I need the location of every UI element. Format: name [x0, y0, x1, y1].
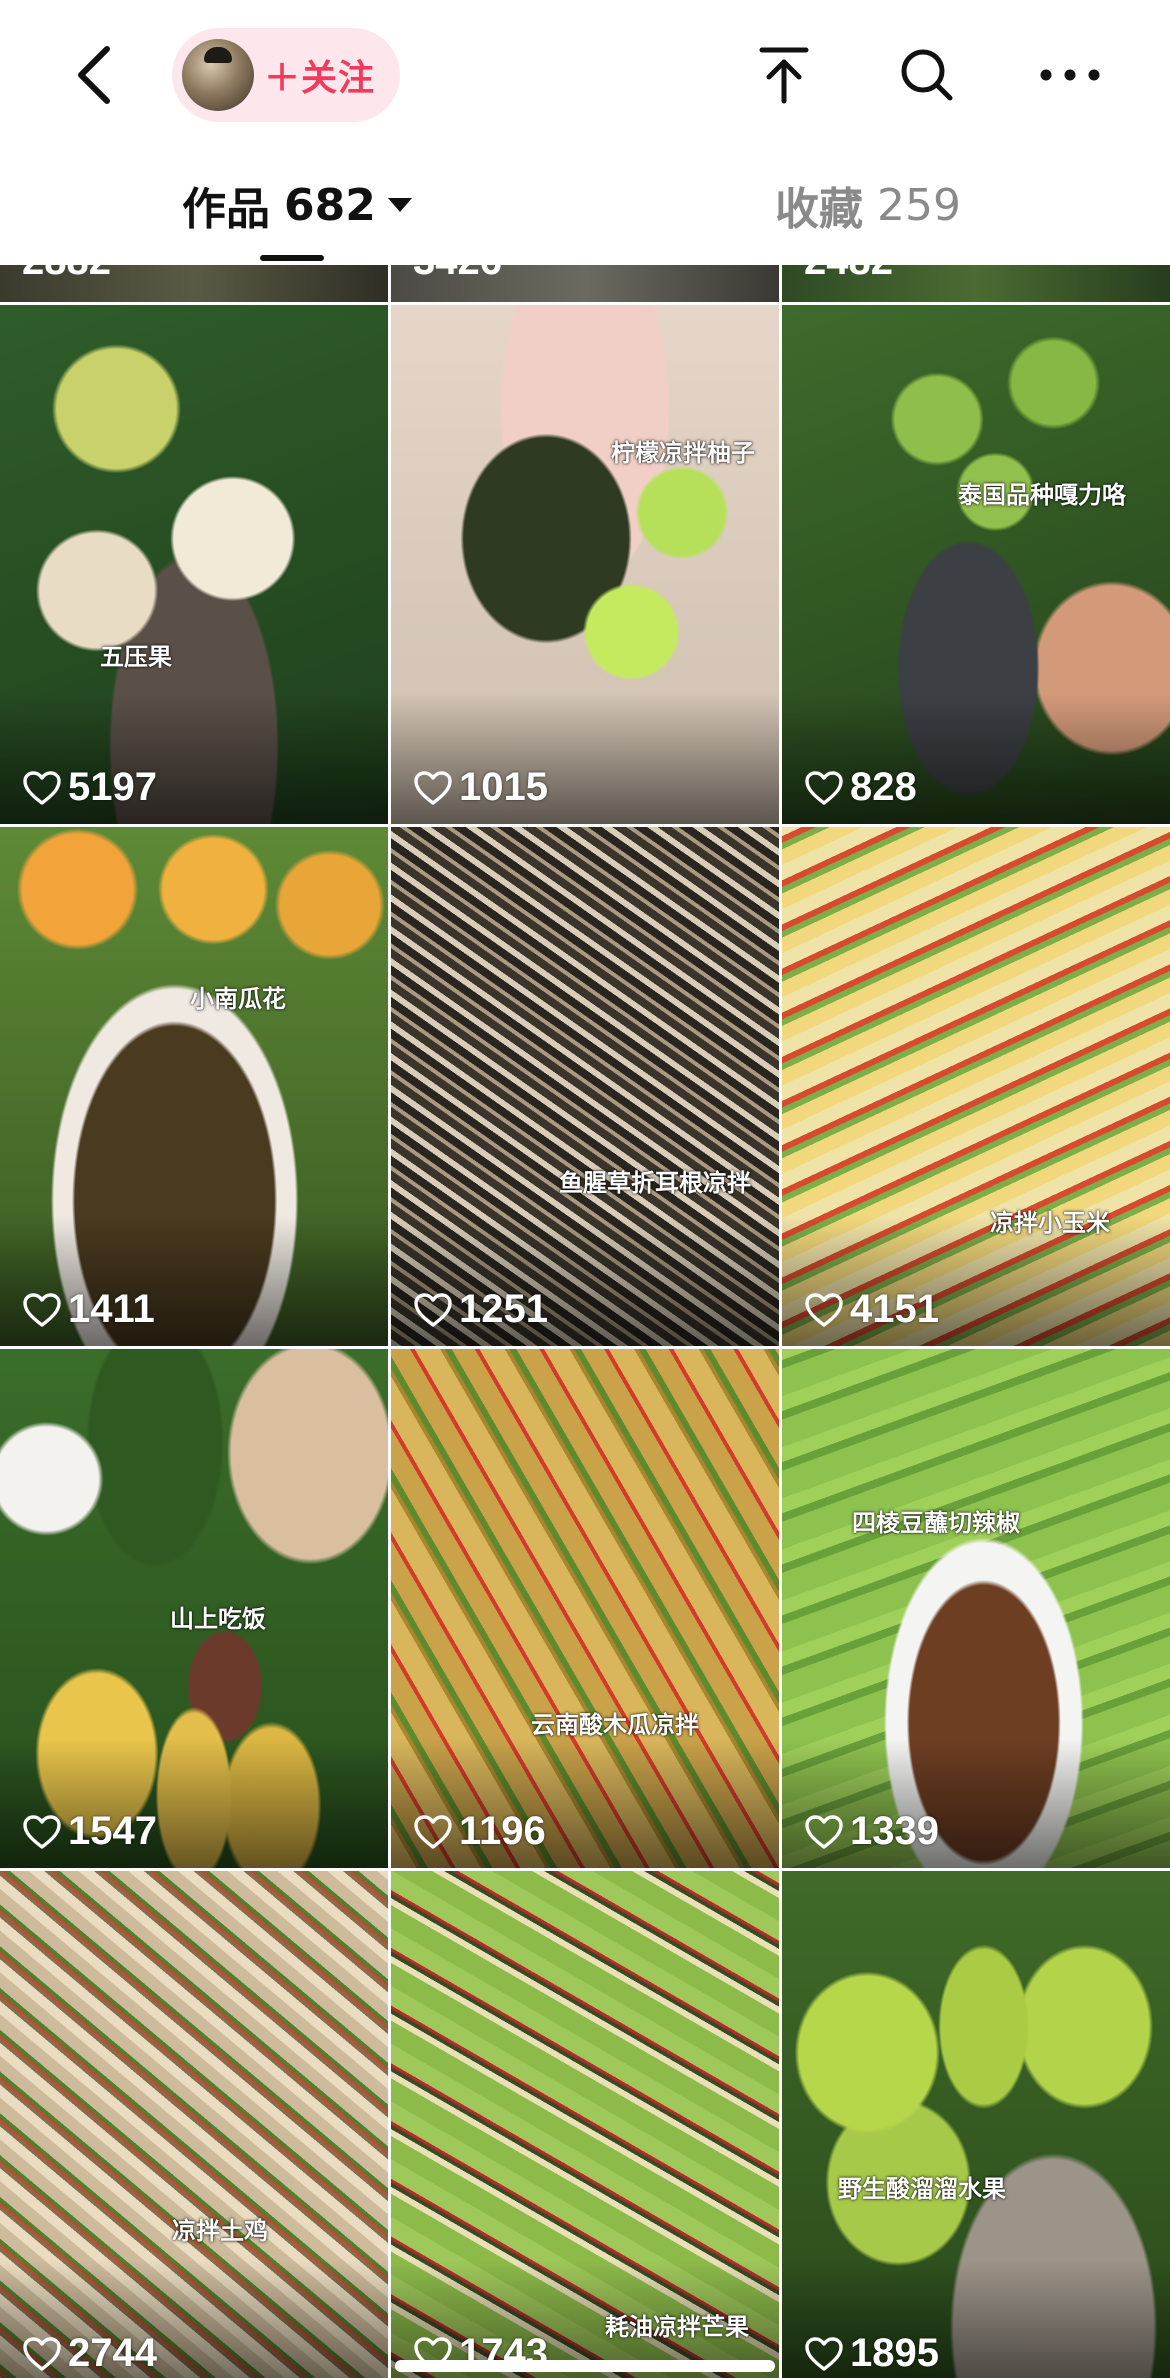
back-icon [78, 46, 110, 104]
heart-icon [805, 2336, 843, 2371]
like-count: 1339 [804, 1809, 939, 1854]
video-caption: 凉拌土鸡 [172, 2217, 268, 2245]
video-caption: 山上吃饭 [170, 1605, 266, 1633]
list-item[interactable]: 2882 [0, 265, 388, 302]
search-button[interactable] [890, 38, 964, 112]
like-count-value: 1895 [850, 2331, 939, 2375]
like-count: 2744 [22, 2331, 157, 2376]
heart-icon [805, 1292, 843, 1327]
video-tile[interactable]: 泰国品种嘎力咯 828 [782, 305, 1170, 824]
scroll-to-top-button[interactable] [747, 38, 821, 112]
heart-icon [805, 770, 843, 805]
avatar[interactable] [182, 39, 254, 111]
list-item[interactable]: 3426 [391, 265, 779, 302]
tab-works-label: 作品 [182, 184, 270, 235]
heart-icon [414, 1292, 452, 1327]
video-caption: 泰国品种嘎力咯 [958, 481, 1126, 509]
tab-favorites-count: 259 [877, 179, 961, 231]
video-tile[interactable]: 山上吃饭 1547 [0, 1349, 388, 1868]
like-count: 4151 [804, 1287, 939, 1332]
tab-works-count: 682 [284, 179, 376, 231]
like-count: 1895 [804, 2331, 939, 2376]
like-count: 828 [804, 765, 917, 810]
video-tile[interactable]: 云南酸木瓜凉拌 1196 [391, 1349, 779, 1868]
caret-down-icon[interactable] [387, 198, 412, 212]
like-count: 1251 [413, 1287, 548, 1332]
like-count-value: 4151 [850, 1287, 939, 1331]
tab-favorites-label: 收藏 [775, 184, 863, 235]
heart-icon [23, 1292, 61, 1327]
like-count: 1196 [413, 1809, 546, 1854]
heart-icon [23, 770, 61, 805]
video-caption: 五压果 [100, 643, 172, 671]
like-count-value: 1411 [68, 1287, 155, 1331]
more-icon [1040, 69, 1100, 81]
video-tile[interactable]: 耗油凉拌芒果 1743 [391, 1871, 779, 2378]
partially-visible-row: 2882 3426 2482 [0, 265, 1170, 302]
video-caption: 耗油凉拌芒果 [605, 2313, 749, 2341]
video-caption: 四棱豆蘸切辣椒 [852, 1509, 1020, 1537]
video-caption: 云南酸木瓜凉拌 [531, 1711, 699, 1739]
back-button[interactable] [60, 35, 130, 115]
video-tile[interactable]: 四棱豆蘸切辣椒 1339 [782, 1349, 1170, 1868]
like-count: 5197 [22, 765, 157, 810]
like-count: 1015 [413, 765, 548, 810]
video-caption: 小南瓜花 [190, 985, 286, 1013]
like-count: 1547 [22, 1809, 157, 1854]
video-tile[interactable]: 小南瓜花 1411 [0, 827, 388, 1346]
like-count-value: 828 [850, 765, 917, 809]
video-caption: 鱼腥草折耳根凉拌 [559, 1169, 751, 1197]
video-grid: 2882 3426 2482 五压果 5197 柠檬凉拌柚子 1015 泰国品种嘎力咯 8… [0, 265, 1170, 2378]
video-tile[interactable]: 鱼腥草折耳根凉拌 1251 [391, 827, 779, 1346]
heart-icon [23, 1814, 61, 1849]
list-item[interactable]: 2482 [782, 265, 1170, 302]
like-count-value: 5197 [68, 765, 157, 809]
search-icon [901, 49, 953, 101]
heart-icon [23, 2336, 61, 2371]
video-caption: 野生酸溜溜水果 [838, 2175, 1006, 2203]
like-count-value: 1339 [850, 1809, 939, 1853]
home-indicator [395, 2360, 775, 2372]
heart-icon [414, 770, 452, 805]
like-count: 1411 [22, 1287, 155, 1332]
video-caption: 凉拌小玉米 [990, 1209, 1110, 1237]
video-tile[interactable]: 野生酸溜溜水果 1895 [782, 1871, 1170, 2378]
top-bar: ＋关注 [0, 0, 1170, 150]
scroll-to-top-icon [759, 47, 809, 104]
like-count-value: 1547 [68, 1809, 157, 1853]
like-count-value: 2744 [68, 2331, 157, 2375]
tab-favorites[interactable]: 收藏 259 [775, 175, 961, 236]
video-caption: 柠檬凉拌柚子 [611, 439, 755, 467]
peek-likes: 2482 [804, 265, 893, 284]
video-tile[interactable]: 柠檬凉拌柚子 1015 [391, 305, 779, 824]
peek-likes: 2882 [22, 265, 111, 284]
like-count-value: 1196 [459, 1809, 546, 1853]
like-count-value: 1251 [459, 1287, 548, 1331]
peek-likes: 3426 [413, 265, 502, 284]
follow-label: ＋关注 [264, 58, 376, 99]
tab-works[interactable]: 作品 682 [182, 175, 412, 235]
like-count-value: 1015 [459, 765, 548, 809]
profile-tabs: 作品 682 收藏 259 [0, 150, 1170, 265]
video-tile[interactable]: 凉拌小玉米 4151 [782, 827, 1170, 1346]
more-button[interactable] [1033, 38, 1107, 112]
active-tab-indicator [260, 255, 324, 261]
heart-icon [805, 1814, 843, 1849]
video-tile[interactable]: 五压果 5197 [0, 305, 388, 824]
heart-icon [414, 1814, 452, 1849]
follow-button[interactable]: ＋关注 [172, 28, 400, 122]
video-tile[interactable]: 凉拌土鸡 2744 [0, 1871, 388, 2378]
